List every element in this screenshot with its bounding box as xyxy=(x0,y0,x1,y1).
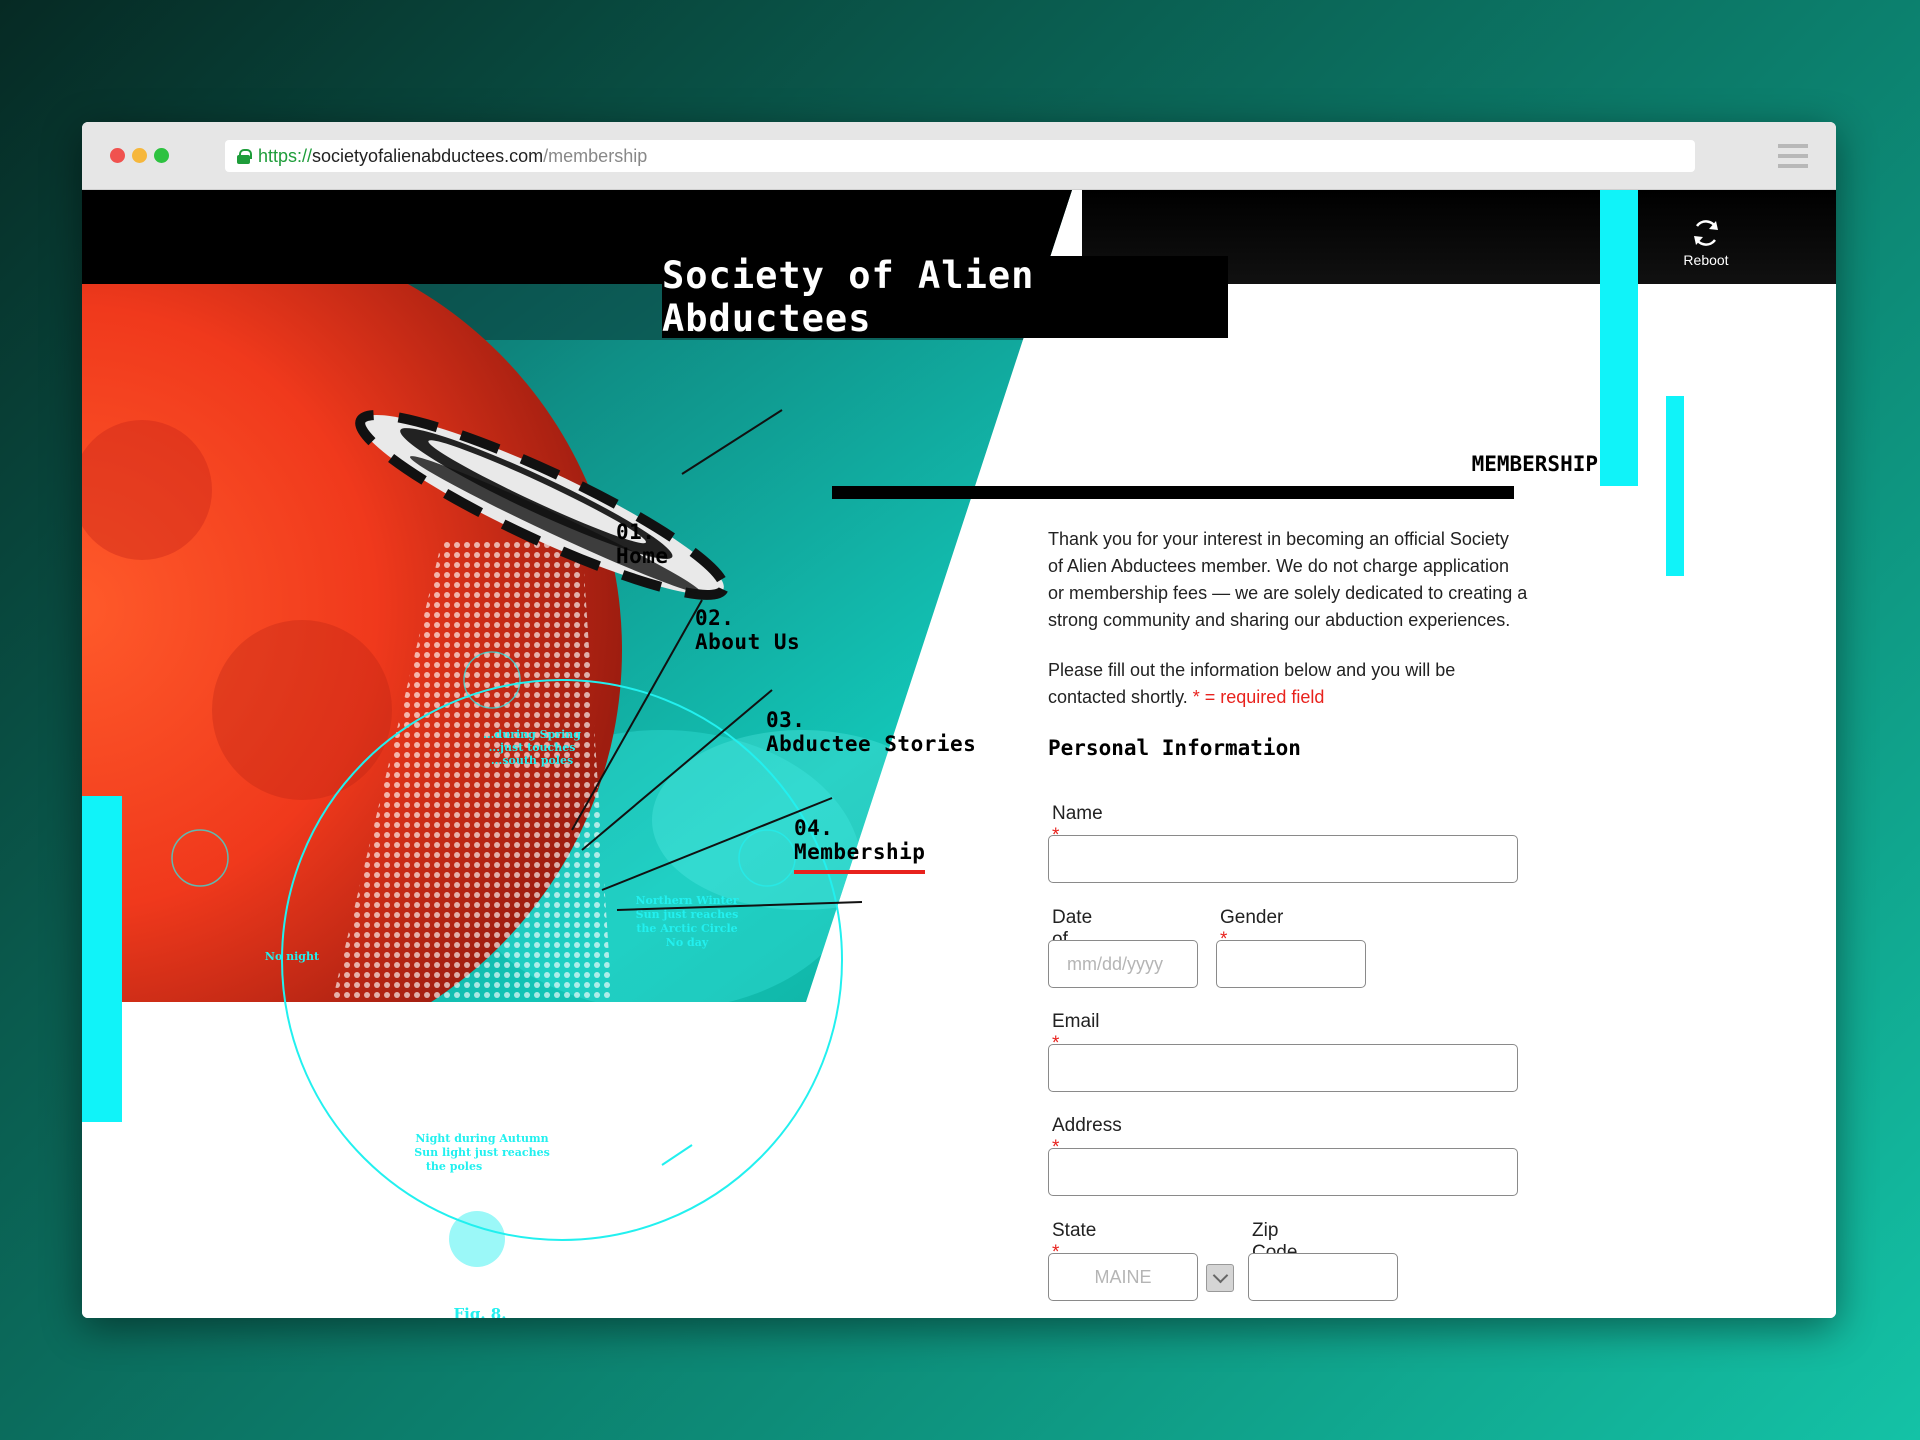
minimize-window-button[interactable] xyxy=(132,148,147,163)
nav-item-abductee-stories[interactable]: 03. Abductee Stories xyxy=(766,708,976,756)
reboot-label: Reboot xyxy=(1683,252,1729,268)
name-label-text: Name xyxy=(1052,803,1103,824)
nav-number: 03. xyxy=(766,708,806,732)
label-winter-3: the Arctic Circle xyxy=(636,922,737,935)
heading-divider xyxy=(832,486,1514,499)
dob-input[interactable]: mm/dd/yyyy xyxy=(1048,940,1198,988)
nav-label: About Us xyxy=(695,630,801,654)
nav-item-home[interactable]: 01. Home xyxy=(616,520,669,568)
hamburger-menu-icon[interactable] xyxy=(1778,144,1808,168)
url-protocol: https:// xyxy=(258,145,313,166)
reboot-button[interactable]: Reboot xyxy=(1658,216,1754,268)
browser-window: https:// societyofalienabductees.com /me… xyxy=(82,122,1836,1318)
nav-number: 01. xyxy=(616,520,656,544)
label-autumn-1: Night during Autumn xyxy=(415,1132,548,1145)
section-title: Personal Information xyxy=(1048,736,1301,760)
accent-bar xyxy=(1600,190,1638,486)
nav-label: Home xyxy=(616,544,669,568)
nav-number: 02. xyxy=(695,606,735,630)
label-left-no-night: No night xyxy=(265,950,320,963)
chevron-down-icon[interactable] xyxy=(1206,1264,1234,1292)
intro-content: Thank you for your interest in becoming … xyxy=(1048,526,1528,760)
nav-item-membership[interactable]: 04. Membership xyxy=(794,816,926,874)
figure-label: Fig. 8. xyxy=(454,1305,507,1318)
required-field-note: * = required field xyxy=(1192,687,1325,707)
zip-input[interactable] xyxy=(1248,1253,1398,1301)
state-select[interactable]: MAINE xyxy=(1048,1253,1198,1301)
url-host: societyofalienabductees.com xyxy=(312,145,544,166)
label-spring-3: ...south poles xyxy=(491,754,573,767)
label-autumn-2: Sun light just reaches xyxy=(414,1146,550,1159)
address-label-text: Address xyxy=(1052,1115,1122,1136)
label-spring-1: ...during Spring xyxy=(483,728,581,741)
nav-label: Membership xyxy=(794,840,926,874)
nav-item-about-us[interactable]: 02. About Us xyxy=(695,606,800,654)
lock-icon xyxy=(237,148,252,164)
address-input[interactable] xyxy=(1048,1148,1518,1196)
label-autumn-3: the poles xyxy=(426,1160,482,1173)
instructions-paragraph: Please fill out the information below an… xyxy=(1048,657,1528,711)
close-window-button[interactable] xyxy=(110,148,125,163)
intro-paragraph: Thank you for your interest in becoming … xyxy=(1048,529,1528,630)
accent-bar-left xyxy=(82,796,122,1122)
url-path: /membership xyxy=(543,145,648,166)
label-winter-4: No day xyxy=(666,936,709,949)
page-title: MEMBERSHIP xyxy=(1471,452,1598,476)
refresh-icon xyxy=(1694,220,1718,246)
gender-input[interactable] xyxy=(1216,940,1366,988)
browser-toolbar: https:// societyofalienabductees.com /me… xyxy=(82,122,1836,190)
site-title[interactable]: Society of Alien Abductees xyxy=(662,254,1228,340)
label-spring-2: ...just touches xyxy=(489,741,576,754)
email-input[interactable] xyxy=(1048,1044,1518,1092)
accent-bar-small xyxy=(1666,396,1684,576)
nav-label: Abductee Stories xyxy=(766,732,977,756)
email-label-text: Email xyxy=(1052,1011,1100,1032)
label-winter-1: Northern Winter xyxy=(635,894,738,907)
globe-autumn xyxy=(449,1211,505,1267)
address-bar[interactable]: https:// societyofalienabductees.com /me… xyxy=(225,140,1695,172)
page-viewport: ...during Spring ...just touches ...sout… xyxy=(82,190,1836,1318)
label-winter-2: Sun just reaches xyxy=(636,908,739,921)
state-label-text: State xyxy=(1052,1220,1097,1241)
gender-label-text: Gender xyxy=(1220,907,1284,928)
name-input[interactable] xyxy=(1048,835,1518,883)
nav-number: 04. xyxy=(794,816,834,840)
maximize-window-button[interactable] xyxy=(154,148,169,163)
